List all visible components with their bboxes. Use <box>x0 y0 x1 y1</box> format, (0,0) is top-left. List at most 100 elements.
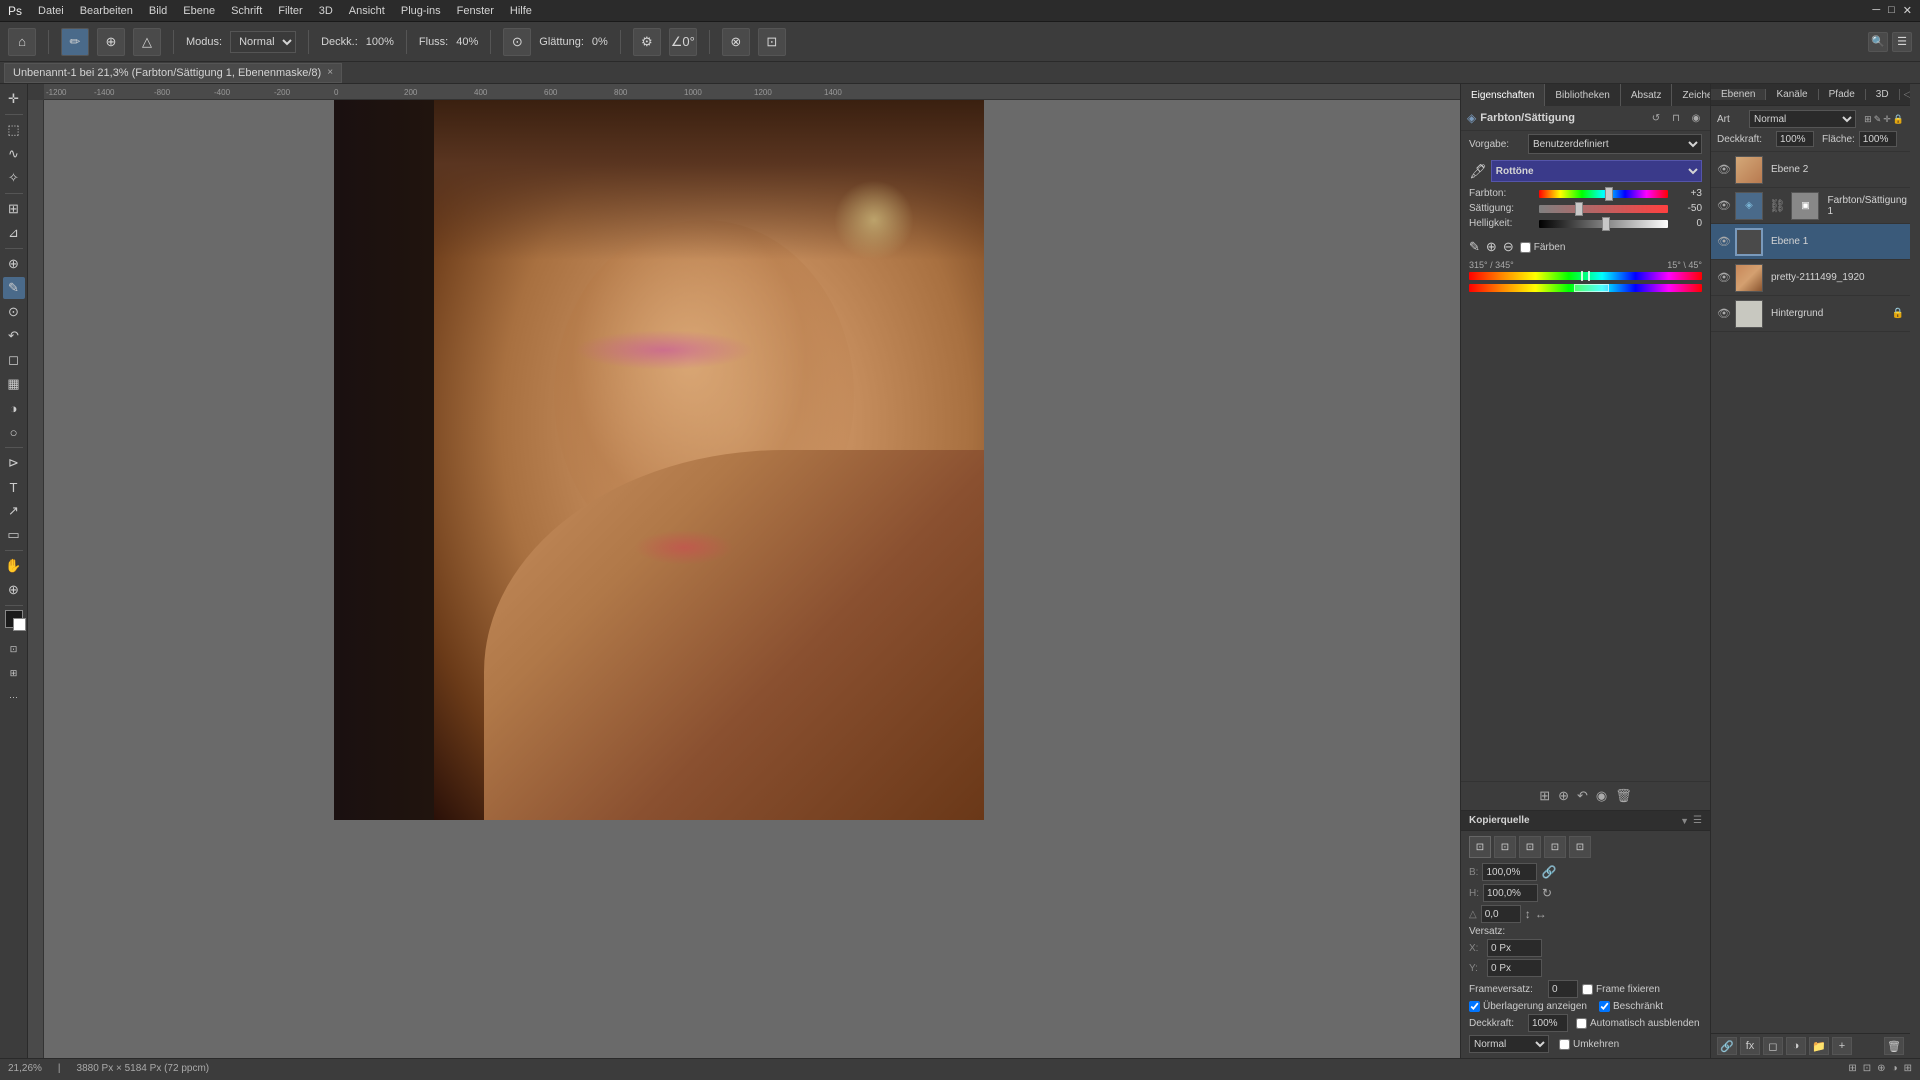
layer-eye-photo[interactable]: 👁 <box>1717 271 1731 284</box>
magic-wand-tool[interactable]: ✧ <box>3 167 25 189</box>
beschraenkt-checkbox[interactable] <box>1599 1001 1610 1012</box>
menu-datei[interactable]: Datei <box>38 5 64 17</box>
menu-ebene[interactable]: Ebene <box>183 5 215 17</box>
clone-tool[interactable]: ⊙ <box>3 301 25 323</box>
mode-select[interactable]: Normal <box>230 31 296 53</box>
helligkeit-thumb[interactable] <box>1602 217 1610 231</box>
deckkraft-input[interactable] <box>1528 1014 1568 1032</box>
farben-checkbox[interactable] <box>1520 242 1531 253</box>
hue-marker-right[interactable] <box>1588 271 1590 281</box>
h-input[interactable] <box>1483 884 1538 902</box>
b-input[interactable] <box>1482 863 1537 881</box>
eyedropper-tool[interactable]: ⊿ <box>3 222 25 244</box>
home-button[interactable]: ⌂ <box>8 28 36 56</box>
source-5-button[interactable]: ⊡ <box>1569 836 1591 858</box>
helligkeit-slider[interactable] <box>1539 220 1668 228</box>
flip-v-icon[interactable]: ↔ <box>1535 907 1547 921</box>
layer-ebene2[interactable]: 👁 Ebene 2 <box>1711 152 1910 188</box>
quick-mask-button[interactable]: ⊡ <box>3 638 25 660</box>
lasso-tool[interactable]: ∿ <box>3 143 25 165</box>
angle-button[interactable]: ∠0° <box>669 28 697 56</box>
dodge-tool[interactable]: ○ <box>3 421 25 443</box>
farbton-thumb[interactable] <box>1605 187 1613 201</box>
shape-tool[interactable]: ▭ <box>3 524 25 546</box>
selection-tool[interactable]: ⬚ <box>3 119 25 141</box>
layers-panel-close[interactable]: ◁ <box>1904 89 1910 100</box>
umkehren-checkbox[interactable] <box>1559 1039 1570 1050</box>
zoom-tool[interactable]: ⊕ <box>3 579 25 601</box>
farbton-slider[interactable] <box>1539 190 1668 198</box>
ebenen-tab[interactable]: Ebenen <box>1711 89 1766 100</box>
lock-pixels-icon[interactable]: ✎ <box>1874 114 1882 125</box>
channel-picker-icon[interactable]: 🖋 <box>1469 163 1487 180</box>
gradient-tool[interactable]: ▦ <box>3 373 25 395</box>
absatz-tab[interactable]: Absatz <box>1621 84 1673 106</box>
kanaele-tab[interactable]: Kanäle <box>1766 89 1818 100</box>
workspace-button[interactable]: ☰ <box>1892 32 1912 52</box>
blendmode-select[interactable]: Normal <box>1469 1035 1549 1053</box>
menu-schrift[interactable]: Schrift <box>231 5 262 17</box>
x-input[interactable] <box>1487 939 1542 957</box>
action-history-icon[interactable]: ↶ <box>1577 788 1588 804</box>
source-3-button[interactable]: ⊡ <box>1519 836 1541 858</box>
layer-eye-huesat[interactable]: 👁 <box>1717 199 1731 212</box>
pressure-button[interactable]: ⊡ <box>758 28 786 56</box>
source-1-button[interactable]: ⊡ <box>1469 836 1491 858</box>
layer-fill-input[interactable] <box>1859 131 1897 147</box>
lock-position-icon[interactable]: ✛ <box>1883 114 1891 125</box>
cp-eyedropper-add-icon[interactable]: ⊕ <box>1486 239 1497 255</box>
pen-tool[interactable]: ⊳ <box>3 452 25 474</box>
channel-select[interactable]: Rottöne <box>1491 160 1702 182</box>
document-tab[interactable]: Unbenannt-1 bei 21,3% (Farbton/Sättigung… <box>4 63 342 83</box>
menu-fenster[interactable]: Fenster <box>457 5 494 17</box>
hand-tool[interactable]: ✋ <box>3 555 25 577</box>
clone-src-button[interactable]: ⊗ <box>722 28 750 56</box>
3d-tab[interactable]: 3D <box>1866 89 1900 100</box>
frame-fixieren-checkbox[interactable] <box>1582 984 1593 995</box>
menu-hilfe[interactable]: Hilfe <box>510 5 532 17</box>
menu-filter[interactable]: Filter <box>278 5 302 17</box>
flip-h-icon[interactable]: ↕ <box>1525 907 1531 921</box>
cp-eyedropper-sub-icon[interactable]: ⊖ <box>1503 239 1514 255</box>
delete-layer-button[interactable]: 🗑 <box>1884 1037 1904 1055</box>
frameversatz-input[interactable] <box>1548 980 1578 998</box>
saettigung-thumb[interactable] <box>1575 202 1583 216</box>
layer-photo[interactable]: 👁 pretty-2111499_1920 <box>1711 260 1910 296</box>
canvas-background[interactable] <box>44 100 1460 1058</box>
history-brush-tool[interactable]: ↶ <box>3 325 25 347</box>
action-expand-icon[interactable]: ⊞ <box>1539 788 1550 804</box>
source-4-button[interactable]: ⊡ <box>1544 836 1566 858</box>
layer-eye-hintergrund[interactable]: 👁 <box>1717 307 1731 320</box>
new-layer-button[interactable]: + <box>1832 1037 1852 1055</box>
layer-fx-button[interactable]: fx <box>1740 1037 1760 1055</box>
hue-selection-range[interactable] <box>1574 284 1609 292</box>
color-replace-button[interactable]: △ <box>133 28 161 56</box>
winkel-input[interactable] <box>1481 905 1521 923</box>
eye-btn[interactable]: ◉ <box>1688 110 1704 126</box>
reset-btn[interactable]: ↺ <box>1648 110 1664 126</box>
move-tool[interactable]: ✛ <box>3 88 25 110</box>
lock-all-icon[interactable]: 🔒 <box>1893 114 1904 125</box>
rotation-icon[interactable]: ↻ <box>1542 886 1552 900</box>
lock-transparent-icon[interactable]: ⊞ <box>1864 114 1872 125</box>
cp-pen-icon[interactable]: ✎ <box>1469 239 1480 255</box>
foreground-color[interactable] <box>5 610 23 628</box>
status-btn-3[interactable]: ⊕ <box>1877 1063 1885 1074</box>
more-tools-button[interactable]: ··· <box>3 686 25 708</box>
new-adjustment-button[interactable]: ◑ <box>1786 1037 1806 1055</box>
heal-tool[interactable]: ⊕ <box>3 253 25 275</box>
window-maximize[interactable]: □ <box>1888 4 1895 17</box>
eigenschaften-tab[interactable]: Eigenschaften <box>1461 84 1545 106</box>
hue-marker-left[interactable] <box>1581 271 1583 281</box>
window-close[interactable]: ✕ <box>1903 4 1912 17</box>
kopierquelle-collapse[interactable]: ▼ <box>1680 816 1689 826</box>
y-input[interactable] <box>1487 959 1542 977</box>
layer-eye-ebene2[interactable]: 👁 <box>1717 163 1731 176</box>
status-btn-1[interactable]: ⊞ <box>1848 1063 1856 1074</box>
screen-mode-button[interactable]: ⊞ <box>3 662 25 684</box>
crop-tool[interactable]: ⊞ <box>3 198 25 220</box>
status-btn-2[interactable]: ⊡ <box>1863 1063 1871 1074</box>
new-group-button[interactable]: 📁 <box>1809 1037 1829 1055</box>
bh-link-icon[interactable]: 🔗 <box>1541 865 1556 879</box>
tab-close-button[interactable]: × <box>327 67 333 78</box>
